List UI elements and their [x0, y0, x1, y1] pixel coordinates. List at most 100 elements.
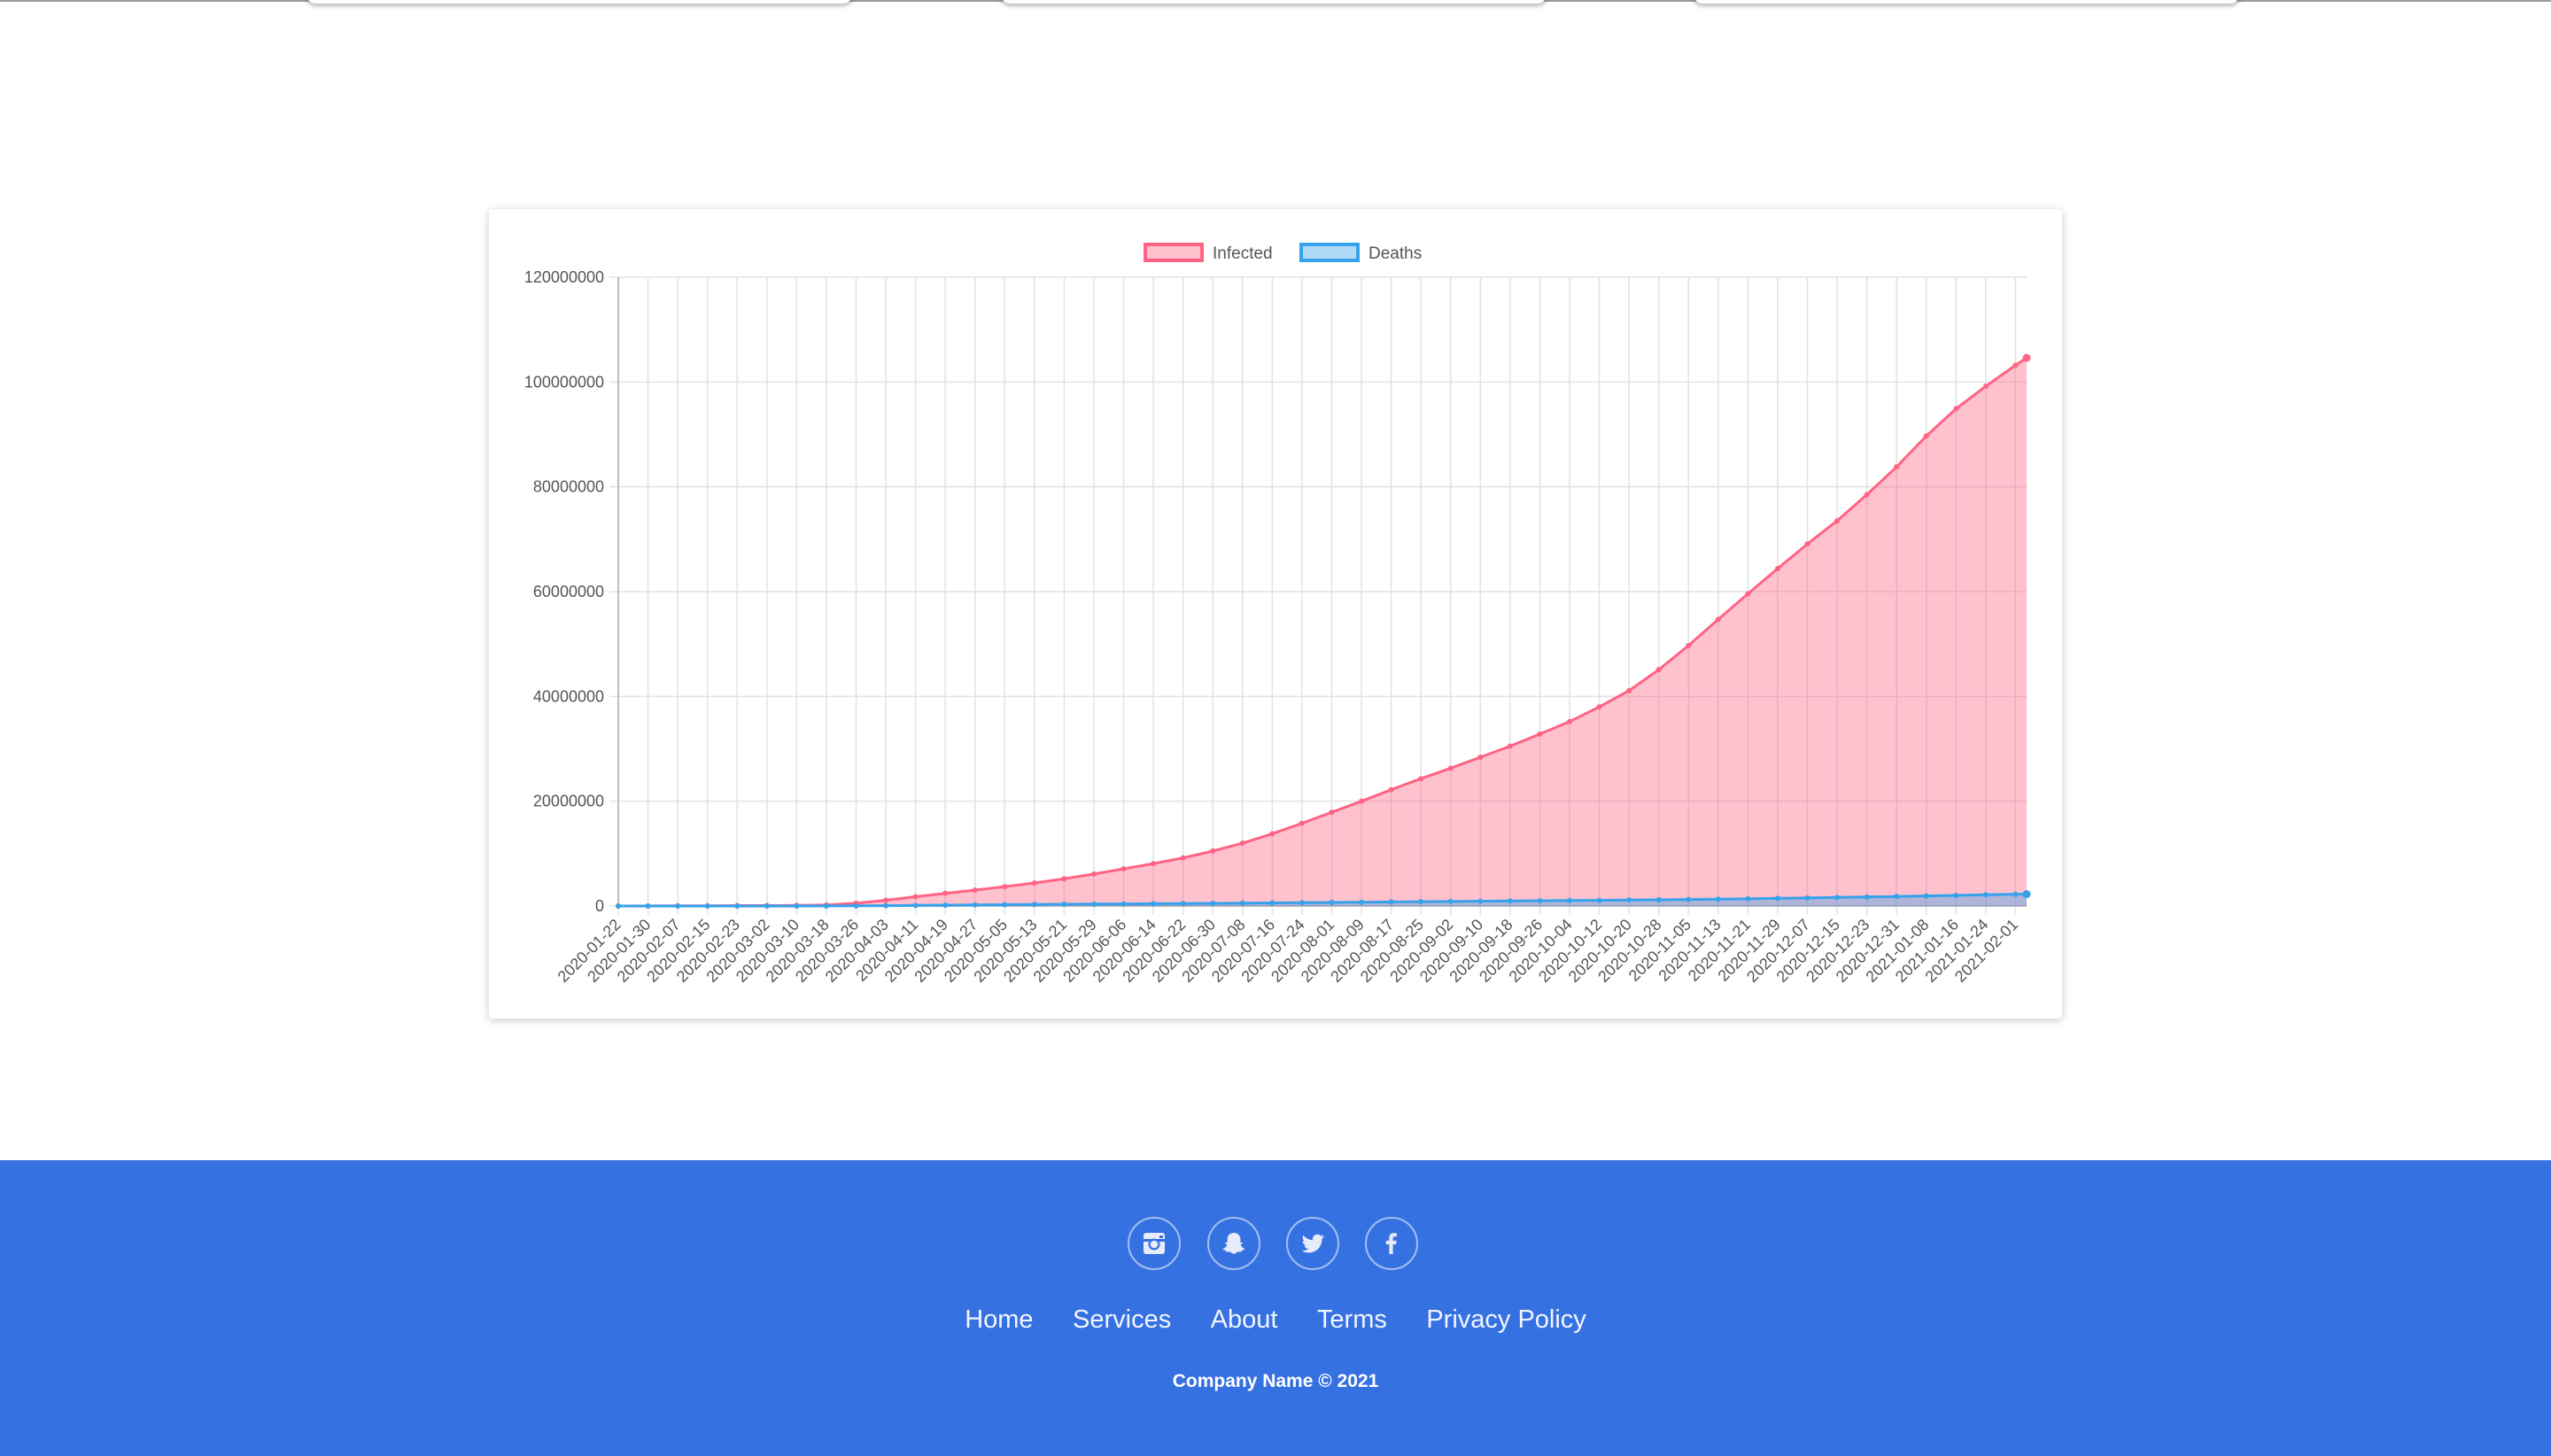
- infected-point: [1120, 865, 1127, 871]
- deaths-point: [912, 902, 919, 909]
- deaths-point: [1477, 898, 1484, 904]
- deaths-point: [1388, 899, 1394, 905]
- footer-link-home[interactable]: Home: [965, 1305, 1033, 1334]
- deaths-point: [1002, 902, 1008, 908]
- top-card-2: [1001, 0, 1547, 4]
- deaths-point: [1655, 897, 1662, 903]
- infected-point: [1061, 876, 1067, 882]
- infected-point: [1774, 565, 1780, 571]
- legend-label-infected[interactable]: Infected: [1213, 244, 1273, 263]
- legend-swatch-infected[interactable]: [1144, 243, 1204, 262]
- y-tick-label: 0: [595, 897, 604, 915]
- infected-point: [1418, 776, 1424, 782]
- deaths-point: [645, 902, 651, 909]
- deaths-point: [1686, 896, 1692, 902]
- deaths-point: [1923, 893, 1929, 899]
- y-tick-label: 80000000: [533, 478, 604, 496]
- deaths-point: [734, 902, 740, 909]
- deaths-point: [2012, 891, 2019, 897]
- infected-point: [1894, 464, 1900, 470]
- deaths-point: [883, 902, 889, 909]
- deaths-point: [2022, 890, 2031, 899]
- deaths-point: [1329, 899, 1335, 905]
- legend-swatch-deaths[interactable]: [1299, 243, 1360, 262]
- infected-point: [1655, 667, 1662, 673]
- deaths-point: [1210, 900, 1216, 906]
- infected-point: [1982, 383, 1989, 390]
- infected-point: [1210, 848, 1216, 854]
- infected-point: [1090, 871, 1097, 877]
- twitter-button[interactable]: [1286, 1217, 1339, 1270]
- y-tick-label: 60000000: [533, 583, 604, 600]
- deaths-point: [1447, 898, 1454, 904]
- deaths-point: [1031, 902, 1037, 908]
- footer-nav: Home Services About Terms Privacy Policy: [0, 1305, 2551, 1335]
- top-card-1: [306, 0, 852, 4]
- infected-point: [1388, 786, 1394, 793]
- footer-link-privacy-policy[interactable]: Privacy Policy: [1426, 1305, 1586, 1334]
- infected-point: [1923, 433, 1929, 439]
- chart-card: 0 20000000 40000000 60000000 80000000 1000000…: [489, 209, 2062, 1018]
- deaths-point: [1774, 895, 1780, 902]
- deaths-point: [1120, 901, 1127, 907]
- instagram-button[interactable]: [1128, 1217, 1181, 1270]
- infected-point: [1804, 541, 1811, 547]
- infected-point: [2012, 362, 2019, 368]
- deaths-point: [1626, 897, 1632, 903]
- infected-point: [1953, 406, 1959, 412]
- deaths-point: [1982, 892, 1989, 898]
- snapchat-button[interactable]: [1207, 1217, 1260, 1270]
- deaths-point: [1864, 894, 1870, 900]
- deaths-point: [1180, 901, 1186, 907]
- infected-point: [1715, 616, 1721, 623]
- infected-point: [912, 894, 919, 900]
- legend-label-deaths[interactable]: Deaths: [1369, 244, 1422, 263]
- deaths-point: [1715, 896, 1721, 902]
- infected-point: [1864, 492, 1870, 498]
- deaths-point: [1090, 901, 1097, 907]
- infected-point: [1745, 591, 1751, 597]
- infected-point: [1507, 743, 1513, 749]
- infected-point: [1834, 518, 1841, 524]
- instagram-icon: [1144, 1233, 1165, 1254]
- deaths-point: [704, 902, 710, 909]
- infected-point: [1329, 809, 1335, 816]
- deaths-point: [823, 902, 829, 909]
- deaths-point: [675, 902, 681, 909]
- infected-point: [1596, 704, 1602, 710]
- footer-link-about[interactable]: About: [1211, 1305, 1278, 1334]
- facebook-button[interactable]: [1365, 1217, 1418, 1270]
- infected-point: [1151, 861, 1157, 867]
- infected-point: [883, 897, 889, 903]
- y-tick-label: 20000000: [533, 793, 604, 810]
- infected-point: [1686, 642, 1692, 648]
- copyright-text: Company Name © 2021: [1172, 1371, 1379, 1391]
- deaths-point: [616, 902, 621, 909]
- deaths-point: [1061, 902, 1067, 908]
- deaths-point: [1537, 898, 1543, 904]
- deaths-point: [794, 902, 800, 909]
- deaths-point: [1418, 899, 1424, 905]
- deaths-point: [1596, 897, 1602, 903]
- snapchat-icon: [1222, 1233, 1245, 1254]
- infected-point: [1180, 855, 1186, 861]
- deaths-point: [1745, 895, 1751, 902]
- deaths-point: [1269, 900, 1276, 906]
- y-tick-label: 120000000: [524, 268, 604, 286]
- deaths-point: [1151, 901, 1157, 907]
- deaths-point: [1566, 897, 1572, 903]
- deaths-point: [1299, 900, 1305, 906]
- footer-link-terms[interactable]: Terms: [1317, 1305, 1387, 1334]
- infected-point: [972, 887, 978, 894]
- infected-point: [1566, 718, 1572, 724]
- deaths-point: [1507, 898, 1513, 904]
- deaths-point: [1894, 894, 1900, 900]
- top-card-3: [1694, 0, 2239, 4]
- deaths-point: [764, 902, 770, 909]
- footer-link-services[interactable]: Services: [1073, 1305, 1171, 1334]
- covid-area-chart: 0 20000000 40000000 60000000 80000000 1000000…: [524, 243, 2031, 986]
- infected-point: [2022, 353, 2031, 362]
- infected-point: [1239, 840, 1245, 846]
- infected-point: [1477, 754, 1484, 760]
- infected-area: [618, 358, 2027, 907]
